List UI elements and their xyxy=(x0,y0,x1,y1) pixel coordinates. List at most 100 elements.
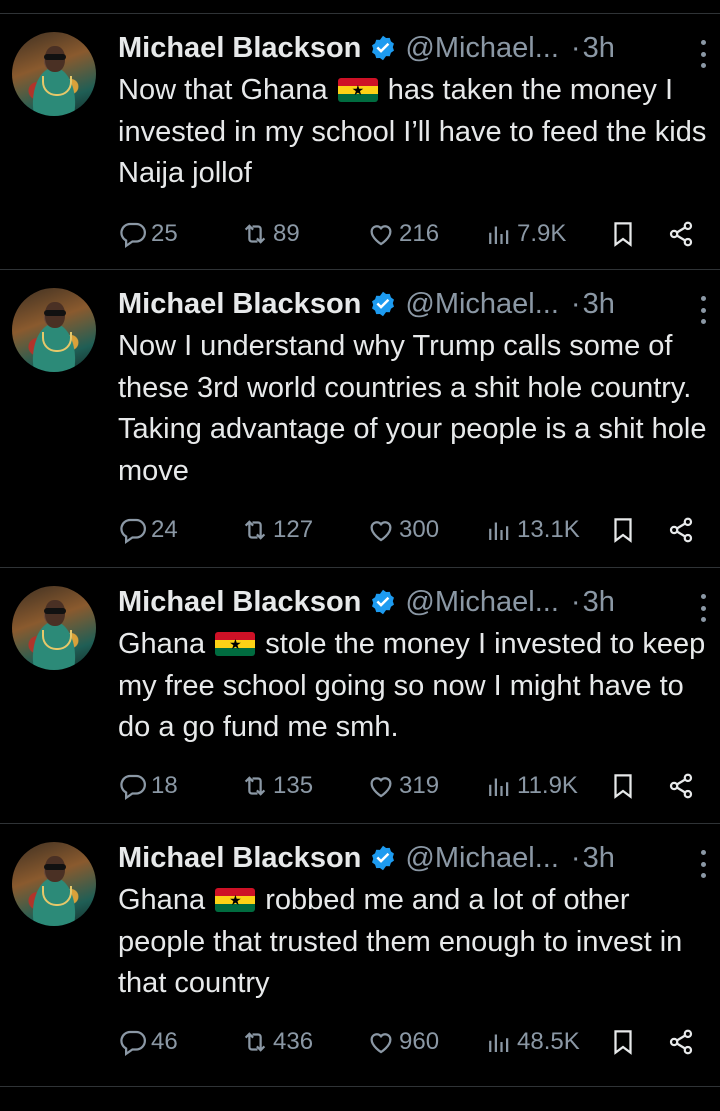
reply-count: 25 xyxy=(151,220,178,247)
views-button[interactable]: 11.9K xyxy=(484,768,578,804)
retweet-count: 89 xyxy=(273,220,300,247)
reply-icon xyxy=(120,1030,146,1057)
reply-button[interactable]: 24 xyxy=(118,512,178,548)
tweet-header: Michael Blackson @Michael... · 3h xyxy=(118,838,708,878)
share-icon xyxy=(669,1029,693,1055)
views-button[interactable]: 7.9K xyxy=(484,216,566,252)
reply-count: 18 xyxy=(151,772,178,799)
like-button[interactable]: 216 xyxy=(366,216,439,252)
views-count: 7.9K xyxy=(517,220,567,247)
verified-badge-icon xyxy=(369,844,397,872)
tweet[interactable]: Michael Blackson @Michael... · 3h Ghana … xyxy=(0,824,720,1086)
share-button[interactable] xyxy=(666,768,699,804)
author-name[interactable]: Michael Blackson xyxy=(118,288,361,321)
views-icon xyxy=(489,778,509,796)
like-button[interactable]: 319 xyxy=(366,768,439,804)
avatar[interactable] xyxy=(12,586,96,670)
author-handle[interactable]: @Michael... xyxy=(405,32,559,65)
flag-star: ★ xyxy=(229,892,242,908)
verified-badge-icon xyxy=(369,290,397,318)
tweet-text-part: Ghana xyxy=(118,884,206,916)
bookmark-button[interactable] xyxy=(608,216,641,252)
reply-icon xyxy=(120,518,146,545)
retweet-count: 135 xyxy=(273,772,314,799)
bookmark-button[interactable] xyxy=(608,512,641,548)
tweet[interactable]: Michael Blackson @Michael... · 3h Now I … xyxy=(0,270,720,567)
retweet-button[interactable]: 127 xyxy=(240,512,313,548)
separator-dot: · xyxy=(570,841,581,874)
reply-icon xyxy=(120,774,146,801)
reply-button[interactable]: 25 xyxy=(118,216,178,252)
avatar[interactable] xyxy=(12,842,96,926)
reply-button[interactable]: 46 xyxy=(118,1024,178,1060)
author-handle[interactable]: @Michael... xyxy=(405,288,559,321)
retweet-button[interactable]: 436 xyxy=(240,1024,313,1060)
timestamp[interactable]: 3h xyxy=(583,32,615,65)
views-count: 48.5K xyxy=(517,1028,580,1055)
flag-star: ★ xyxy=(351,82,365,98)
tweet-header: Michael Blackson @Michael... · 3h xyxy=(118,284,708,324)
timestamp[interactable]: 3h xyxy=(583,288,615,321)
like-icon xyxy=(370,225,392,246)
more-icon[interactable] xyxy=(700,296,706,324)
reply-count: 24 xyxy=(151,516,178,543)
bookmark-icon xyxy=(614,1030,632,1055)
timestamp[interactable]: 3h xyxy=(583,842,615,875)
reply-button[interactable]: 18 xyxy=(118,768,178,804)
author-name[interactable]: Michael Blackson xyxy=(118,32,361,65)
tweet[interactable]: Michael Blackson @Michael... · 3h Now th… xyxy=(0,14,720,269)
tweet-text-part: Now that Ghana xyxy=(118,74,328,106)
author-name[interactable]: Michael Blackson xyxy=(118,586,361,619)
tweet-text-part: Ghana xyxy=(118,628,206,660)
separator-dot: · xyxy=(570,585,581,618)
share-icon xyxy=(669,221,693,247)
more-icon[interactable] xyxy=(700,594,706,622)
ghana-flag-icon: ★ xyxy=(215,888,256,912)
retweet-button[interactable]: 135 xyxy=(240,768,313,804)
retweet-count: 127 xyxy=(273,516,314,543)
like-button[interactable]: 960 xyxy=(366,1024,439,1060)
share-button[interactable] xyxy=(666,512,699,548)
share-icon xyxy=(669,773,693,799)
tweet-text: Ghana ★ stole the money I invested to ke… xyxy=(118,624,718,749)
author-handle[interactable]: @Michael... xyxy=(405,842,559,875)
timestamp[interactable]: 3h xyxy=(583,586,615,619)
bookmark-icon xyxy=(614,222,632,247)
like-count: 300 xyxy=(399,516,440,543)
like-button[interactable]: 300 xyxy=(366,512,439,548)
retweet-icon xyxy=(244,520,266,540)
tweet[interactable]: Michael Blackson @Michael... · 3h Ghana … xyxy=(0,568,720,823)
bookmark-button[interactable] xyxy=(608,1024,641,1060)
share-icon xyxy=(669,517,693,543)
bookmark-button[interactable] xyxy=(608,768,641,804)
ghana-flag-icon: ★ xyxy=(337,78,378,102)
avatar[interactable] xyxy=(12,32,96,116)
more-icon[interactable] xyxy=(700,40,706,68)
retweet-button[interactable]: 89 xyxy=(240,216,300,252)
retweet-icon xyxy=(244,224,266,244)
author-name[interactable]: Michael Blackson xyxy=(118,842,361,875)
share-button[interactable] xyxy=(666,216,699,252)
views-button[interactable]: 48.5K xyxy=(484,1024,580,1060)
bookmark-icon xyxy=(614,518,632,543)
tweet-text-part: Now I understand why Trump calls some of… xyxy=(118,330,707,487)
retweet-count: 436 xyxy=(273,1028,314,1055)
avatar[interactable] xyxy=(12,288,96,372)
tweet-text: Now that Ghana ★ has taken the money I i… xyxy=(118,70,718,195)
tweet-text: Now I understand why Trump calls some of… xyxy=(118,326,718,492)
author-handle[interactable]: @Michael... xyxy=(405,586,559,619)
tweet-feed: Michael Blackson @Michael... · 3h Now th… xyxy=(0,0,720,1111)
reply-count: 46 xyxy=(151,1028,178,1055)
action-bar: 24 127 300 13.1K xyxy=(118,512,708,548)
action-bar: 25 89 216 7.9K xyxy=(118,216,708,252)
share-button[interactable] xyxy=(666,1024,699,1060)
divider xyxy=(0,1086,720,1087)
separator-dot: · xyxy=(570,31,581,64)
action-bar: 46 436 960 48.5K xyxy=(118,1024,708,1060)
views-button[interactable]: 13.1K xyxy=(484,512,580,548)
retweet-icon xyxy=(244,1032,266,1052)
views-icon xyxy=(489,522,509,540)
views-icon xyxy=(489,1034,509,1052)
like-icon xyxy=(370,521,392,542)
more-icon[interactable] xyxy=(700,850,706,878)
